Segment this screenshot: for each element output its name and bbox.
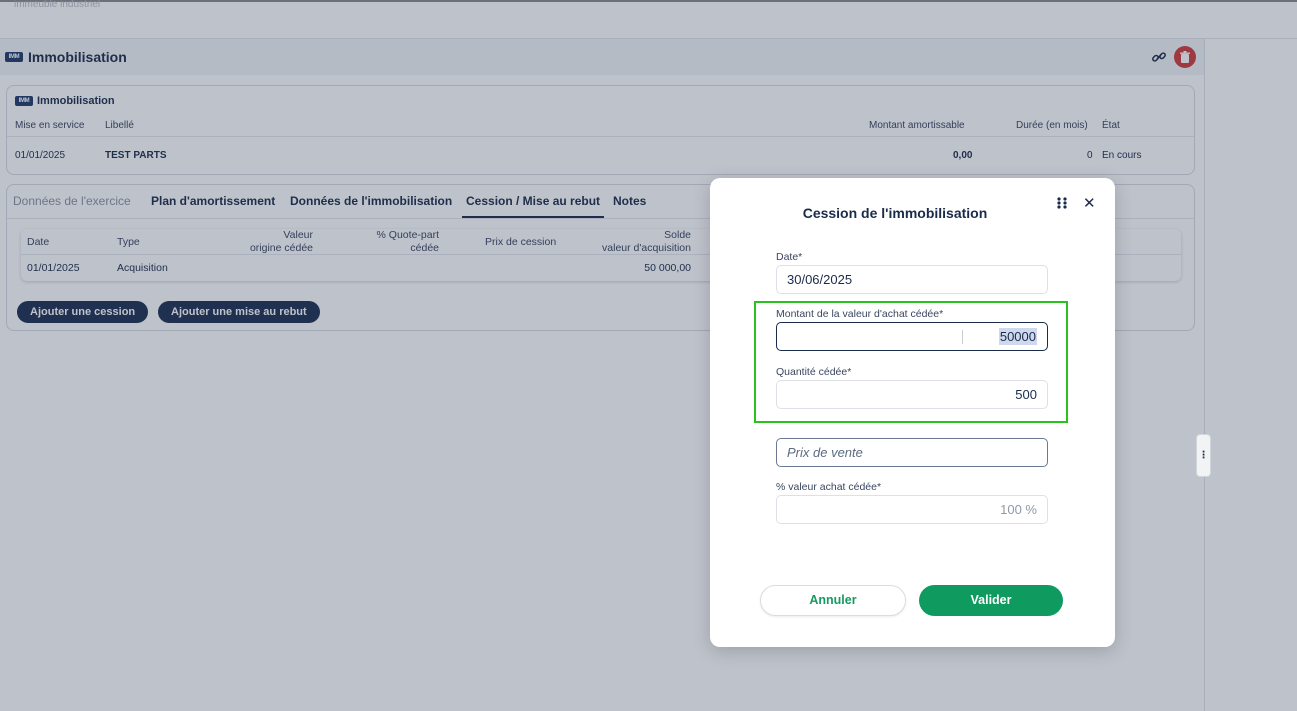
prix-vente-field[interactable]: Prix de vente [776,438,1048,467]
drag-grip-icon[interactable] [1056,196,1068,210]
close-icon[interactable]: ✕ [1083,194,1096,212]
date-field[interactable]: 30/06/2025 [776,265,1048,294]
modal-title: Cession de l'immobilisation [802,205,988,221]
montant-label: Montant de la valeur d'achat cédée* [776,308,944,320]
pct-label: % valeur achat cédée* [776,481,882,493]
date-label: Date* [776,251,803,263]
quantite-label: Quantité cédée* [776,366,852,378]
quantite-field[interactable]: 500 [776,380,1048,409]
panel-handle-icon[interactable]: ⋮ [1196,434,1211,477]
pct-field: 100 % [776,495,1048,524]
montant-field[interactable]: 50000 [776,322,1048,351]
montant-value: 50000 [998,328,1037,345]
text-cursor [962,330,963,344]
validate-button[interactable]: Valider [919,585,1063,616]
cession-modal: Cession de l'immobilisation ✕ Date* 30/0… [710,178,1115,647]
cancel-button[interactable]: Annuler [760,585,906,616]
